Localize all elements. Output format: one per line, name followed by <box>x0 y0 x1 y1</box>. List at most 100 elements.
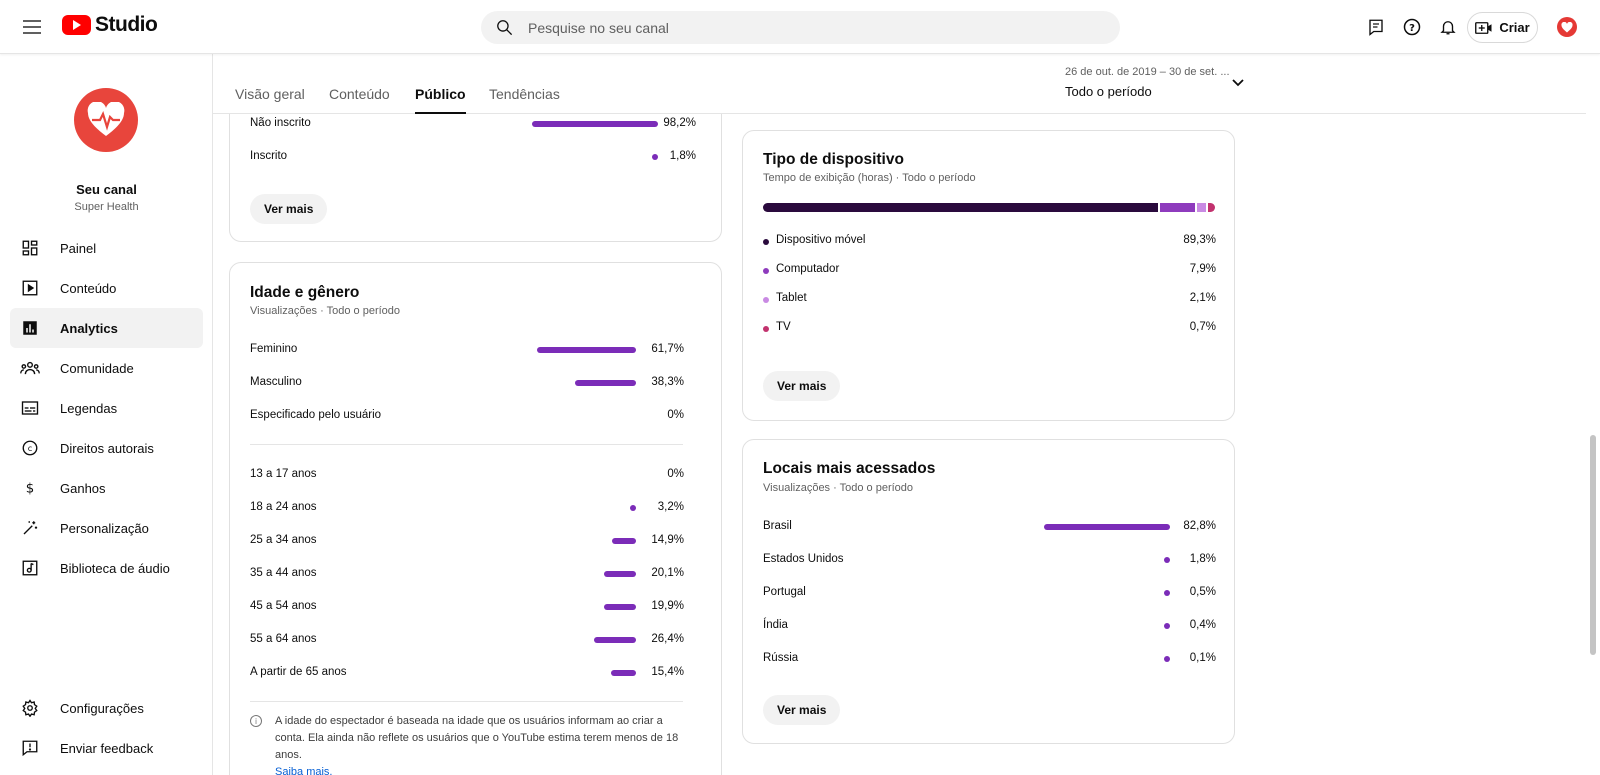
list-item: A partir de 65 anos 15,4% <box>250 666 684 682</box>
list-item: Masculino 38,3% <box>250 376 684 392</box>
top-locations-card: Locais mais acessados Visualizações · To… <box>742 439 1235 744</box>
percentage-bar <box>604 604 636 610</box>
learn-more-link[interactable]: Saiba mais. <box>275 766 332 775</box>
list-item: Brasil 82,8% <box>763 520 1216 536</box>
hamburger-menu-icon[interactable] <box>20 15 44 39</box>
settings-icon <box>20 698 40 718</box>
tab-visao-geral[interactable]: Visão geral <box>235 86 305 114</box>
row-value: 1,8% <box>1189 553 1216 565</box>
help-icon[interactable]: ? <box>1400 15 1424 39</box>
tab-publico[interactable]: Público <box>415 86 466 114</box>
tab-conteudo[interactable]: Conteúdo <box>329 86 390 114</box>
see-more-button[interactable]: Ver mais <box>763 371 841 401</box>
channel-avatar[interactable] <box>74 88 138 152</box>
sidebar-item-enviar-feedback[interactable]: Enviar feedback <box>10 728 203 768</box>
audio-library-icon <box>20 558 40 578</box>
row-label: 25 a 34 anos <box>250 534 317 546</box>
list-item: Tablet 2,1% <box>763 292 1216 308</box>
percentage-bar <box>604 571 636 577</box>
analytics-tabs: Visão geral Conteúdo Público Tendências … <box>213 54 1586 114</box>
row-label: 45 a 54 anos <box>250 600 317 612</box>
row-value: 14,9% <box>651 534 684 546</box>
list-item: Feminino 61,7% <box>250 343 684 359</box>
content-icon <box>20 278 40 298</box>
divider <box>250 701 683 702</box>
see-more-button[interactable]: Ver mais <box>763 695 841 725</box>
heart-pulse-icon <box>87 102 125 136</box>
channel-name: Seu canal <box>76 182 137 197</box>
row-value: 0,1% <box>1189 652 1216 664</box>
list-item: 45 a 54 anos 19,9% <box>250 600 684 616</box>
heart-icon <box>1561 21 1573 32</box>
search-bar[interactable] <box>481 11 1120 44</box>
row-label: A partir de 65 anos <box>250 666 347 678</box>
search-input[interactable] <box>528 19 1088 36</box>
sidebar-item-ganhos[interactable]: $ Ganhos <box>10 468 203 508</box>
sidebar-item-comunidade[interactable]: Comunidade <box>10 348 203 388</box>
date-range-text: 26 de out. de 2019 – 30 de set. ... <box>1065 66 1230 78</box>
svg-text:c: c <box>28 443 33 453</box>
channel-subtitle: Super Health <box>74 201 139 213</box>
row-value: 26,4% <box>651 633 684 645</box>
tab-tendencias[interactable]: Tendências <box>489 86 560 114</box>
community-icon <box>20 358 40 378</box>
stacked-segment-computer <box>1160 203 1196 212</box>
percentage-bar <box>532 121 658 127</box>
row-label: Masculino <box>250 376 302 388</box>
list-item: Computador 7,9% <box>763 263 1216 279</box>
list-item: 18 a 24 anos 3,2% <box>250 501 684 517</box>
dashboard-icon <box>20 238 40 258</box>
sidebar-item-analytics[interactable]: Analytics <box>10 308 203 348</box>
row-label: Tablet <box>776 292 807 304</box>
sidebar-item-biblioteca-de-audio[interactable]: Biblioteca de áudio <box>10 548 203 588</box>
sidebar-item-personalizacao[interactable]: Personalização <box>10 508 203 548</box>
legend-dot <box>763 239 769 245</box>
list-item: 13 a 17 anos 0% <box>250 468 684 484</box>
sidebar-item-direitos-autorais[interactable]: c Direitos autorais <box>10 428 203 468</box>
row-value: 0% <box>667 409 684 421</box>
sidebar-item-label: Analytics <box>60 320 118 336</box>
device-type-card: Tipo de dispositivo Tempo de exibição (h… <box>742 130 1235 421</box>
sidebar-item-configuracoes[interactable]: Configurações <box>10 688 203 728</box>
sidebar-item-conteudo[interactable]: Conteúdo <box>10 268 203 308</box>
row-value: 82,8% <box>1183 520 1216 532</box>
scrollbar-thumb[interactable] <box>1590 435 1596 655</box>
sidebar: Seu canal Super Health Painel Conteúdo A… <box>0 54 213 775</box>
legend-dot <box>763 268 769 274</box>
row-label: Portugal <box>763 586 806 598</box>
earn-icon: $ <box>20 478 40 498</box>
sidebar-item-label: Direitos autorais <box>60 440 154 456</box>
notifications-bell-icon[interactable] <box>1436 15 1460 39</box>
sidebar-item-painel[interactable]: Painel <box>10 228 203 268</box>
sidebar-item-legendas[interactable]: Legendas <box>10 388 203 428</box>
list-item: 25 a 34 anos 14,9% <box>250 534 684 550</box>
row-value: 0,4% <box>1189 619 1216 631</box>
analytics-icon <box>20 318 40 338</box>
row-value: 7,9% <box>1189 263 1216 275</box>
customization-icon <box>20 518 40 538</box>
row-label: Computador <box>776 263 840 275</box>
scrollbar[interactable] <box>1586 54 1600 775</box>
list-item: Dispositivo móvel 89,3% <box>763 234 1216 250</box>
date-range-picker[interactable]: 26 de out. de 2019 – 30 de set. ... Todo… <box>1065 66 1255 99</box>
create-button[interactable]: Criar <box>1467 12 1538 43</box>
comments-icon[interactable] <box>1364 15 1388 39</box>
studio-logo[interactable]: Studio <box>62 13 158 37</box>
list-item: Rússia 0,1% <box>763 652 1216 668</box>
divider <box>250 444 683 445</box>
list-item: Portugal 0,5% <box>763 586 1216 602</box>
row-value: 89,3% <box>1183 234 1216 246</box>
sidebar-item-label: Painel <box>60 240 97 256</box>
row-label: TV <box>776 321 791 333</box>
age-gender-card: Idade e gênero Visualizações · Todo o pe… <box>229 262 722 775</box>
account-avatar[interactable] <box>1557 17 1577 37</box>
chevron-down-icon[interactable] <box>1231 78 1245 88</box>
row-label: 13 a 17 anos <box>250 468 317 480</box>
sidebar-item-label: Enviar feedback <box>60 740 154 756</box>
row-label: 18 a 24 anos <box>250 501 317 513</box>
row-label: Rússia <box>763 652 799 664</box>
age-info-note: i A idade do espectador é baseada na ida… <box>250 713 690 775</box>
main-content: Visão geral Conteúdo Público Tendências … <box>213 54 1600 775</box>
see-more-button[interactable]: Ver mais <box>250 194 328 224</box>
list-item: Não inscrito 98,2% <box>250 117 703 133</box>
